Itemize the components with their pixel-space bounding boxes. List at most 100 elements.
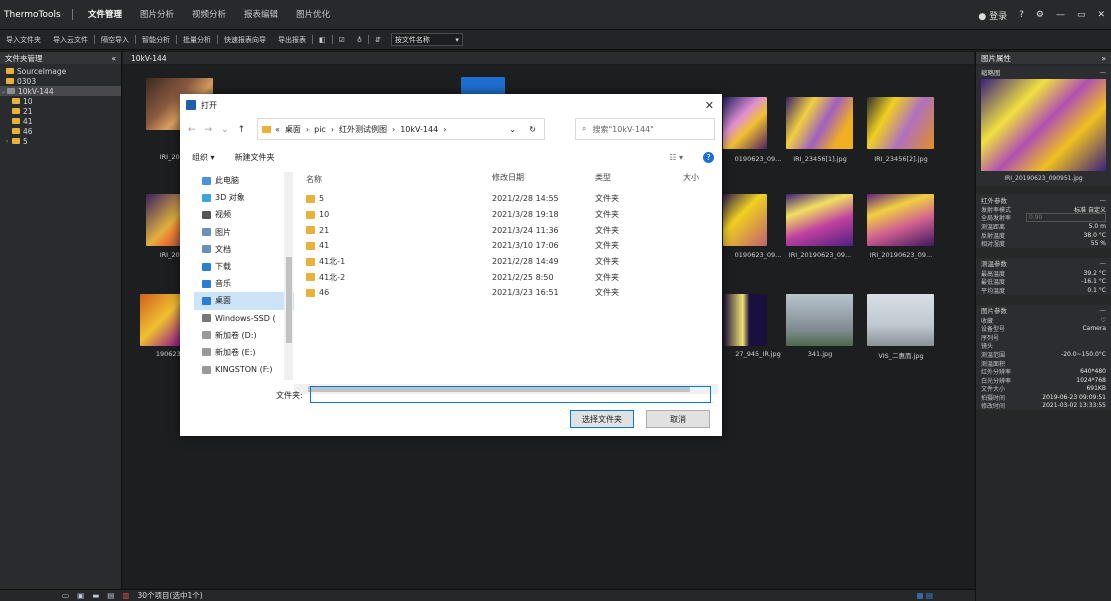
select-folder-button[interactable]: 选择文件夹 <box>570 410 634 428</box>
expand-icon[interactable]: » <box>1101 54 1106 63</box>
search-input[interactable]: ⌕ 搜索"10kV-144" <box>575 118 715 140</box>
breadcrumb-examples[interactable]: 红外测试例图 <box>339 124 387 135</box>
new-folder-button[interactable]: 新建文件夹 <box>235 152 275 163</box>
nav-item-downloads[interactable]: 下载 <box>194 258 294 275</box>
organize-button[interactable]: 组织 ▾ <box>192 152 215 163</box>
chevron-down-icon[interactable]: ⌄ <box>509 125 516 134</box>
tree-item-0303[interactable]: 0303 <box>0 76 121 86</box>
maximize-button[interactable]: ▭ <box>1077 10 1086 20</box>
batch-analysis-button[interactable]: 批量分析 <box>177 35 217 45</box>
menu-video-analysis[interactable]: 视频分析 <box>183 0 235 30</box>
nav-item-music[interactable]: 音乐 <box>194 275 294 292</box>
cancel-button[interactable]: 取消 <box>646 410 710 428</box>
view-options-icon[interactable]: ☷ ▾ <box>669 153 683 162</box>
tree-item-10[interactable]: 10 <box>0 96 121 106</box>
thumbnail-image[interactable] <box>723 294 767 346</box>
menu-image-analysis[interactable]: 图片分析 <box>131 0 183 30</box>
sort-select[interactable]: 按文件名称 ▾ <box>390 33 463 46</box>
thumbnail-image[interactable] <box>867 97 934 149</box>
forward-icon[interactable]: → <box>205 125 213 135</box>
tree-item-21[interactable]: 21 <box>0 106 121 116</box>
collapse-icon[interactable]: — <box>1100 306 1107 314</box>
compare-icon[interactable]: ◧ <box>313 36 332 44</box>
save-icon[interactable]: ▤ <box>107 591 114 600</box>
thumbnail-image[interactable] <box>723 97 767 149</box>
import-cloud-button[interactable]: 导入云文件 <box>47 35 94 45</box>
smart-analysis-button[interactable]: 智能分析 <box>136 35 176 45</box>
nav-item-this-pc[interactable]: 此电脑 <box>194 172 294 189</box>
menu-file-management[interactable]: 文件管理 <box>79 0 131 30</box>
thumbnail-image[interactable] <box>786 194 853 246</box>
heart-icon[interactable]: ♡ <box>1101 317 1106 324</box>
nav-item-drive-f[interactable]: KINGSTON (F:) <box>194 361 294 377</box>
thumbnail-image[interactable] <box>786 294 853 346</box>
sort-icon[interactable]: ⇵ <box>369 36 387 44</box>
back-icon[interactable]: ← <box>188 125 196 135</box>
emissivity-input[interactable]: 0.90 <box>1026 213 1106 223</box>
menu-report-edit[interactable]: 报表编辑 <box>235 0 287 30</box>
login-button[interactable]: ● 登录 <box>978 9 1007 22</box>
folder-input[interactable] <box>310 386 711 403</box>
nav-scrollbar-thumb[interactable] <box>286 257 292 343</box>
collapse-icon[interactable]: — <box>1100 196 1107 204</box>
nav-item-windows-ssd[interactable]: Windows-SSD ( <box>194 310 294 327</box>
nav-item-pictures[interactable]: 图片 <box>194 224 294 241</box>
delete-icon[interactable]: ▥ <box>122 591 129 600</box>
tree-item-sourceimage[interactable]: SourceImage <box>0 66 121 76</box>
collapse-icon[interactable]: — <box>1100 259 1107 267</box>
list-item[interactable]: 10 2021/3/28 19:18 文件夹 <box>306 207 716 223</box>
thumbnail-selected-highlight[interactable] <box>461 77 505 95</box>
thumbnail-image[interactable] <box>867 194 934 246</box>
quick-report-wizard-button[interactable]: 快速报表向导 <box>218 35 272 45</box>
thumbnail-image[interactable] <box>723 194 767 246</box>
settings-icon[interactable]: ⚙ <box>1036 10 1044 20</box>
edit-icon[interactable]: ☑ <box>333 36 351 44</box>
address-bar[interactable]: « 桌面 › pic › 红外测试例图 › 10kV-144 › ⌄ ↻ <box>257 118 545 140</box>
list-item[interactable]: 41北-2 2021/2/25 8:50 文件夹 <box>306 269 716 285</box>
nav-item-drive-e[interactable]: 新加卷 (E:) <box>194 344 294 361</box>
import-folder-button[interactable]: 导入文件夹 <box>0 35 47 45</box>
help-icon[interactable]: ? <box>703 151 714 163</box>
airdrop-import-button[interactable]: 隔空导入 <box>95 35 135 45</box>
window-icon[interactable]: ▣ <box>77 591 84 600</box>
folder-icon[interactable]: ▬ <box>92 591 99 600</box>
up-icon[interactable]: ↑ <box>238 125 246 135</box>
breadcrumb-10kv-144[interactable]: 10kV-144 <box>400 125 438 134</box>
column-date[interactable]: 修改日期 <box>492 172 595 186</box>
dialog-close-button[interactable]: ✕ <box>705 99 714 112</box>
close-button[interactable]: ✕ <box>1097 10 1105 20</box>
list-item[interactable]: 41北-1 2021/2/28 14:49 文件夹 <box>306 254 716 270</box>
nav-item-3d-objects[interactable]: 3D 对象 <box>194 189 294 206</box>
breadcrumb-desktop[interactable]: 桌面 <box>285 124 301 135</box>
chevron-down-icon[interactable]: ⌄ <box>221 125 229 135</box>
collapse-icon[interactable]: — <box>1100 68 1107 76</box>
help-icon[interactable]: ? <box>1019 10 1024 20</box>
column-size[interactable]: 大小 <box>683 172 699 186</box>
column-type[interactable]: 类型 <box>595 172 683 186</box>
nav-item-videos[interactable]: 视频 <box>194 206 294 223</box>
list-item[interactable]: 41 2021/3/10 17:06 文件夹 <box>306 238 716 254</box>
minimize-button[interactable]: — <box>1056 10 1065 20</box>
list-item[interactable]: 46 2021/3/23 16:51 文件夹 <box>306 285 716 301</box>
microphone-icon[interactable]: ♁ <box>351 36 368 44</box>
tree-item-41[interactable]: 41 <box>0 116 121 126</box>
thumbnail-image[interactable] <box>786 97 853 149</box>
property-row: 最低温度 -16.1 °C <box>981 278 1106 287</box>
collapse-icon[interactable]: « <box>111 54 116 63</box>
grid-view-icon[interactable]: ▦ ▤ <box>916 591 933 600</box>
nav-item-documents[interactable]: 文档 <box>194 241 294 258</box>
tree-item-5[interactable]: › 5 <box>0 136 121 146</box>
thumbnail-image[interactable] <box>867 294 934 346</box>
menu-image-optimize[interactable]: 图片优化 <box>287 0 339 30</box>
list-item[interactable]: 5 2021/2/28 14:55 文件夹 <box>306 191 716 207</box>
tree-item-10kv-144[interactable]: ⌄ 10kV-144 <box>0 86 121 96</box>
refresh-icon[interactable]: ↻ <box>529 125 536 134</box>
tree-item-46[interactable]: 46 <box>0 126 121 136</box>
nav-item-desktop[interactable]: 桌面 <box>194 292 294 310</box>
list-item[interactable]: 21 2021/3/24 11:36 文件夹 <box>306 222 716 238</box>
nav-item-drive-d[interactable]: 新加卷 (D:) <box>194 327 294 344</box>
breadcrumb-pic[interactable]: pic <box>314 125 326 134</box>
monitor-icon[interactable]: ▭ <box>62 591 69 600</box>
column-name[interactable]: 名称 <box>306 172 492 186</box>
export-report-button[interactable]: 导出报表 <box>272 35 312 45</box>
